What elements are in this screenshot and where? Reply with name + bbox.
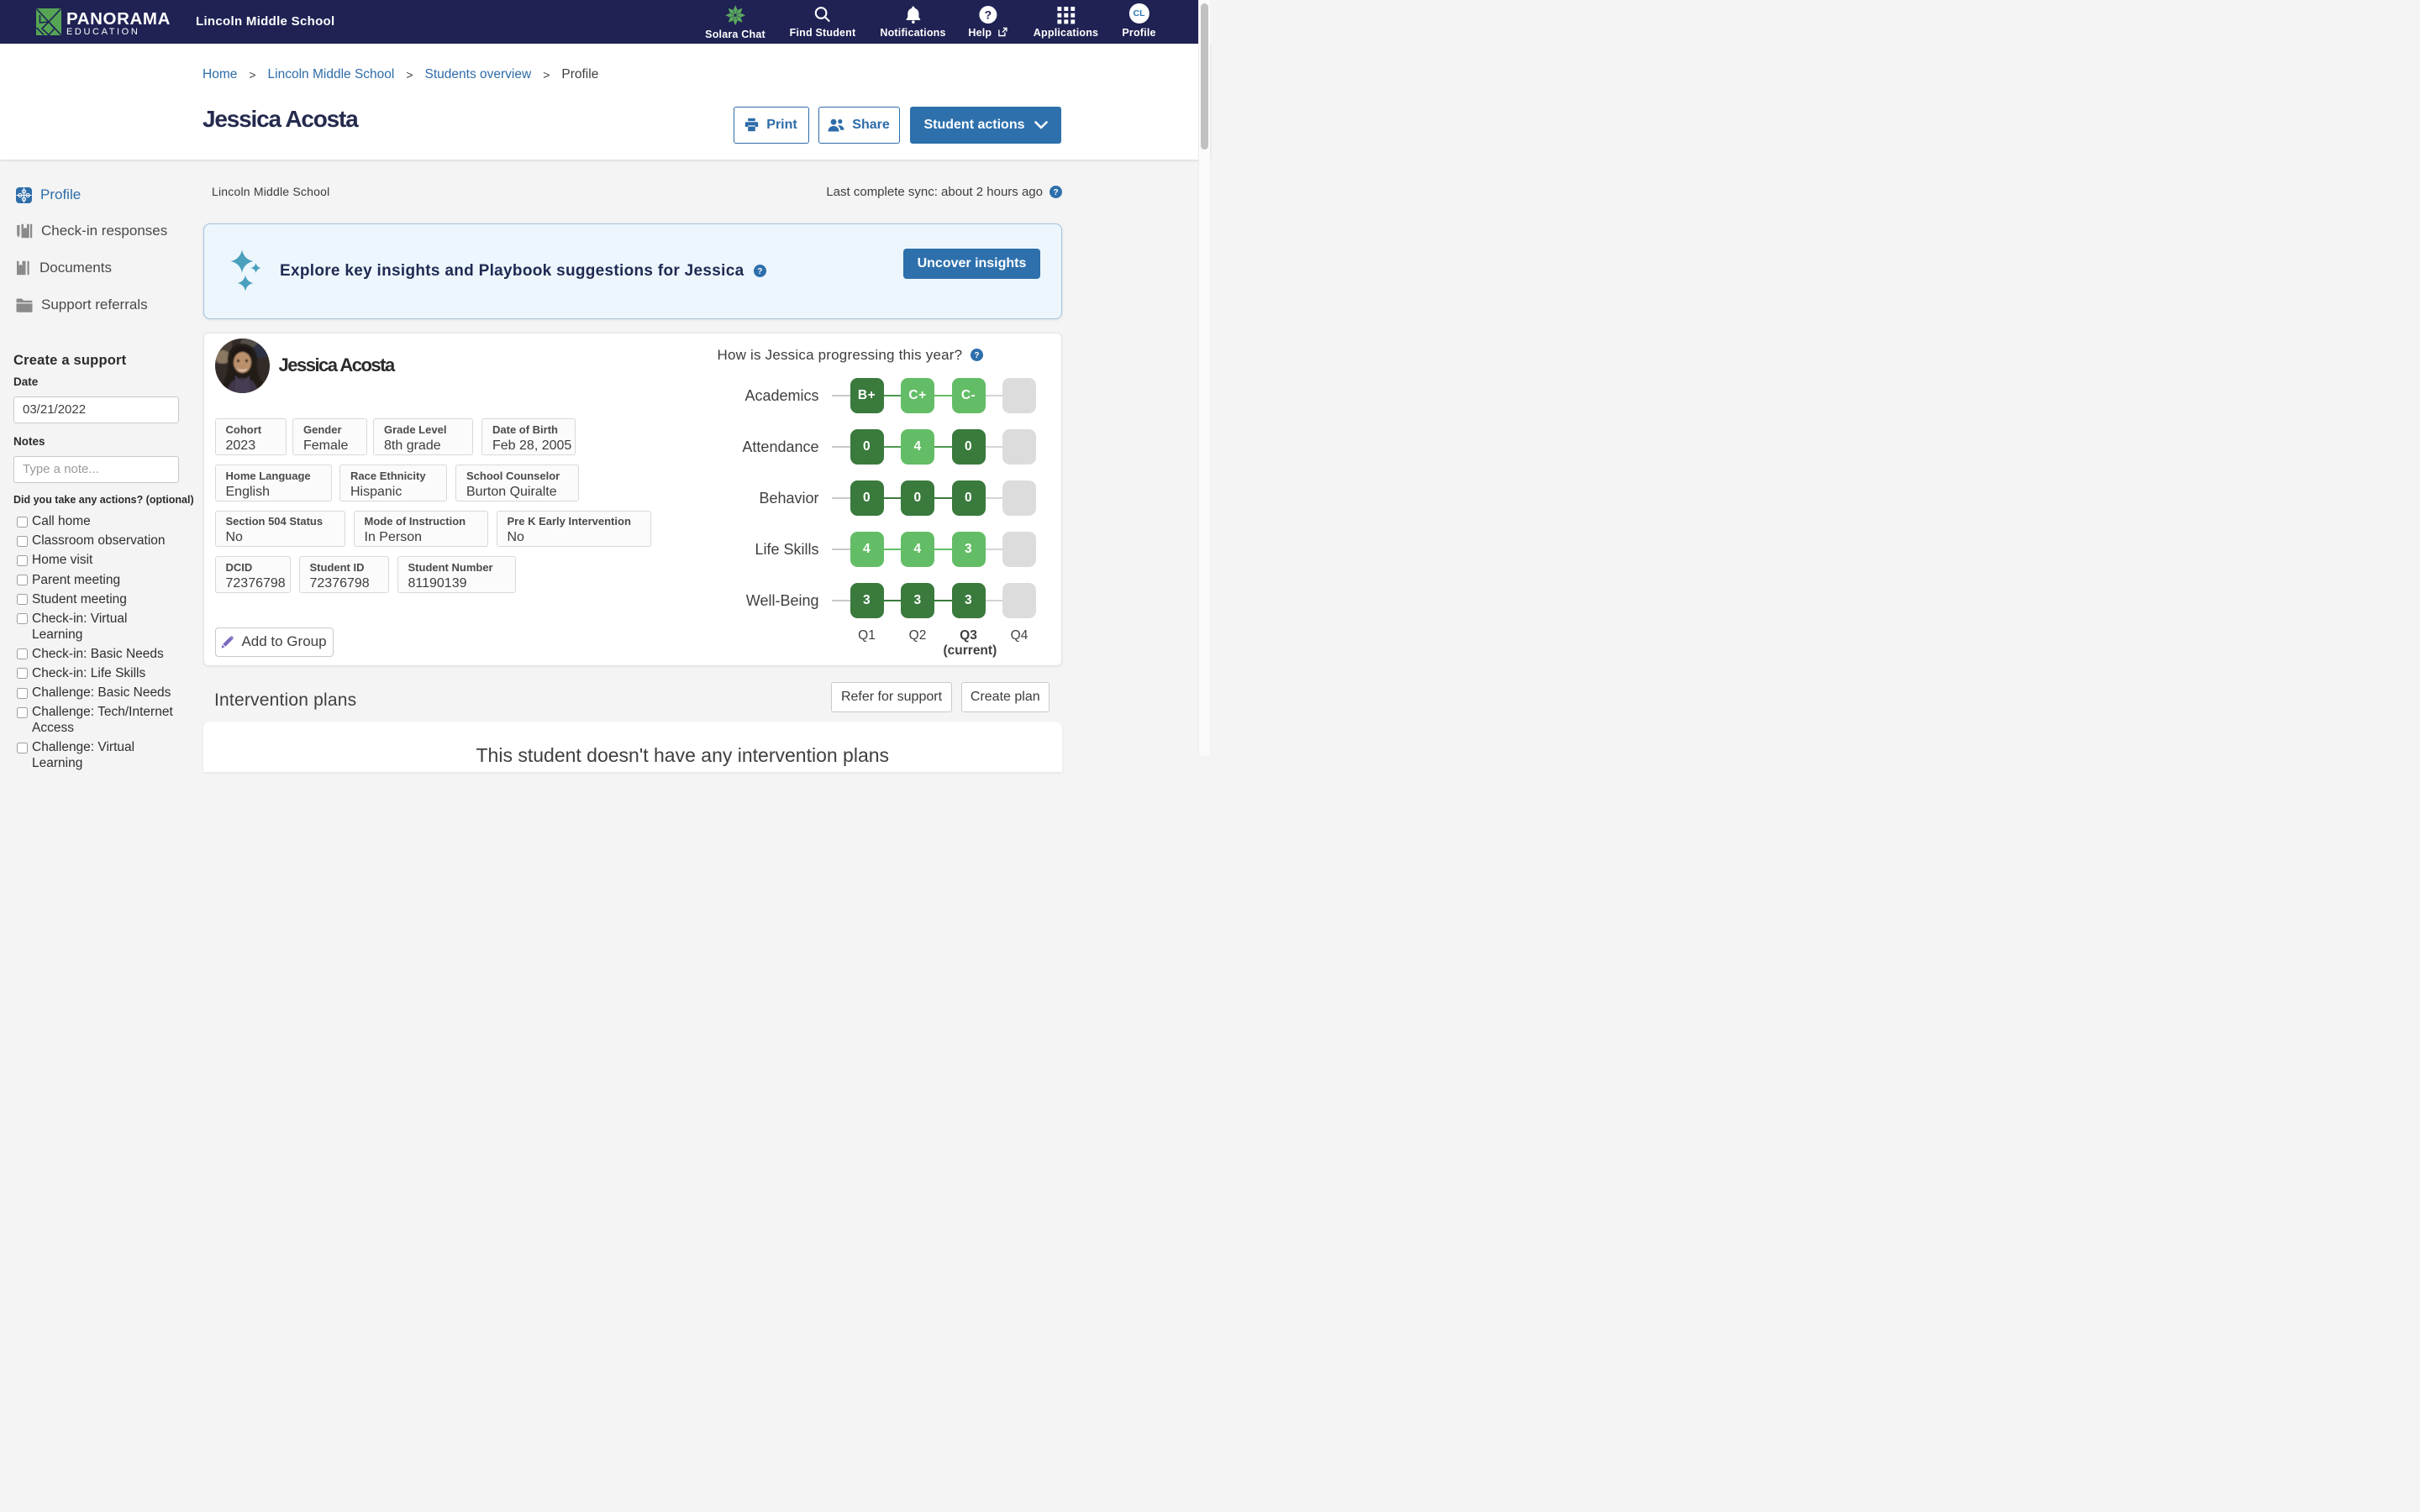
svg-text:?: ?: [1053, 188, 1058, 197]
svg-text:?: ?: [985, 8, 992, 21]
svg-text:?: ?: [974, 351, 979, 360]
svg-text:?: ?: [757, 267, 762, 276]
